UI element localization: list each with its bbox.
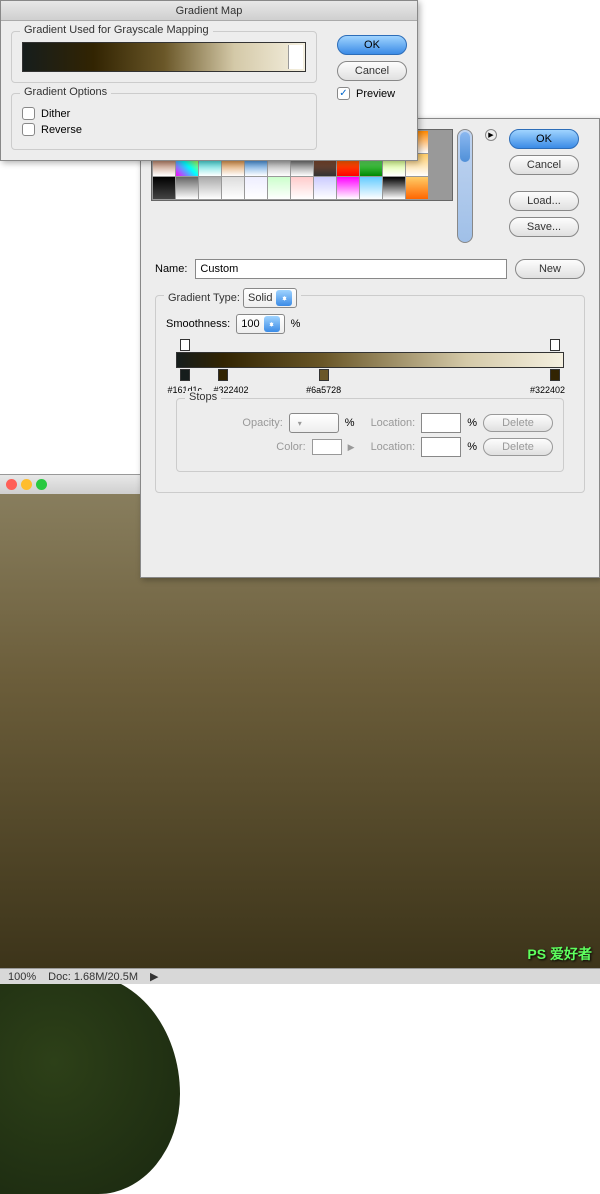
zoom-window-icon[interactable] [36,479,47,490]
delete-color-stop-button[interactable]: Delete [483,438,553,456]
gradient-map-dialog: Gradient Map Gradient Used for Grayscale… [0,0,418,161]
doc-size: Doc: 1.68M/20.5M [48,971,138,983]
image-foliage [0,974,180,1194]
minimize-window-icon[interactable] [21,479,32,490]
watermark-text: PS 爱好者 [527,944,592,964]
preset-swatch[interactable] [406,177,428,199]
close-window-icon[interactable] [6,479,17,490]
preset-swatch[interactable] [383,177,405,199]
opacity-stop[interactable] [550,339,560,351]
name-input[interactable] [195,259,507,279]
gradient-type-dropdown[interactable]: Solid [243,288,297,308]
status-arrow-icon[interactable]: ▶ [150,970,158,983]
gradient-map-titlebar: Gradient Map [1,1,417,21]
stop-hex: #322402 [530,385,565,395]
dropdown-arrow-icon [276,290,292,306]
preset-swatch[interactable] [153,177,175,199]
preview-label: Preview [356,88,395,100]
save-button[interactable]: Save... [509,217,579,237]
dither-checkbox[interactable] [22,107,35,120]
location-label: Location: [371,417,416,429]
cancel-button[interactable]: Cancel [509,155,579,175]
preset-swatch[interactable] [245,177,267,199]
ok-button[interactable]: OK [509,129,579,149]
gradient-dropdown-arrow-icon[interactable] [292,54,300,60]
percent-label: % [345,417,355,429]
reverse-label: Reverse [41,124,82,136]
status-bar: 100% Doc: 1.68M/20.5M ▶ [0,968,600,984]
ok-button[interactable]: OK [337,35,407,55]
name-label: Name: [155,263,187,275]
load-button[interactable]: Load... [509,191,579,211]
opacity-stop[interactable] [180,339,190,351]
preset-swatch[interactable] [360,177,382,199]
dither-label: Dither [41,108,70,120]
preview-checkbox[interactable]: ✓ [337,87,350,100]
stops-title: Stops [185,391,221,403]
gradient-map-button-column: OK Cancel ✓ Preview [327,21,417,160]
editor-button-column: OK Cancel Load... Save... [509,129,589,243]
opacity-location-input[interactable] [421,413,461,433]
delete-opacity-stop-button[interactable]: Delete [483,414,553,432]
preset-swatch[interactable] [268,177,290,199]
preset-swatch[interactable] [291,177,313,199]
zoom-level: 100% [8,971,36,983]
stop-hex: #6a5728 [306,385,341,395]
smoothness-input[interactable]: 100 [236,314,284,334]
color-stop[interactable] [218,369,228,381]
gradient-preview[interactable] [22,42,306,72]
stops-group: Stops Opacity: ▾ % Location: % Delete Co… [176,398,564,472]
opacity-input[interactable]: ▾ [289,413,339,433]
opacity-label: Opacity: [242,417,282,429]
color-location-input[interactable] [421,437,461,457]
preset-swatch[interactable] [337,177,359,199]
location-label: Location: [371,441,416,453]
color-stop[interactable] [550,369,560,381]
type-label: Gradient Type: [168,292,240,304]
gradient-used-group: Gradient Used for Grayscale Mapping [11,31,317,83]
gradient-bar[interactable]: #161d1c #322402 #6a5728 #322402 [176,352,564,368]
reverse-checkbox[interactable] [22,123,35,136]
gradient-options-group: Gradient Options Dither Reverse [11,93,317,150]
smoothness-label: Smoothness: [166,318,230,330]
color-well[interactable] [312,439,342,455]
preset-swatch[interactable] [314,177,336,199]
gradient-options-title: Gradient Options [20,86,111,98]
dropdown-arrow-icon [264,316,280,332]
gradient-used-title: Gradient Used for Grayscale Mapping [20,24,213,36]
percent-label: % [467,441,477,453]
color-label: Color: [276,441,305,453]
color-stop[interactable] [180,369,190,381]
percent-label: % [291,318,301,330]
color-arrow-icon[interactable]: ▶ [348,442,355,453]
preset-swatch[interactable] [222,177,244,199]
preset-scrollbar[interactable] [457,129,473,243]
type-value: Solid [248,292,272,304]
smoothness-value: 100 [241,318,259,330]
percent-label: % [467,417,477,429]
cancel-button[interactable]: Cancel [337,61,407,81]
color-stop[interactable] [319,369,329,381]
new-button[interactable]: New [515,259,585,279]
preset-swatch[interactable] [199,177,221,199]
preset-swatch[interactable] [176,177,198,199]
flyout-menu-icon[interactable]: ▶ [485,129,497,141]
gradient-editor-dialog: ▶ OK Cancel Load... Save... Name: New Gr… [140,118,600,578]
